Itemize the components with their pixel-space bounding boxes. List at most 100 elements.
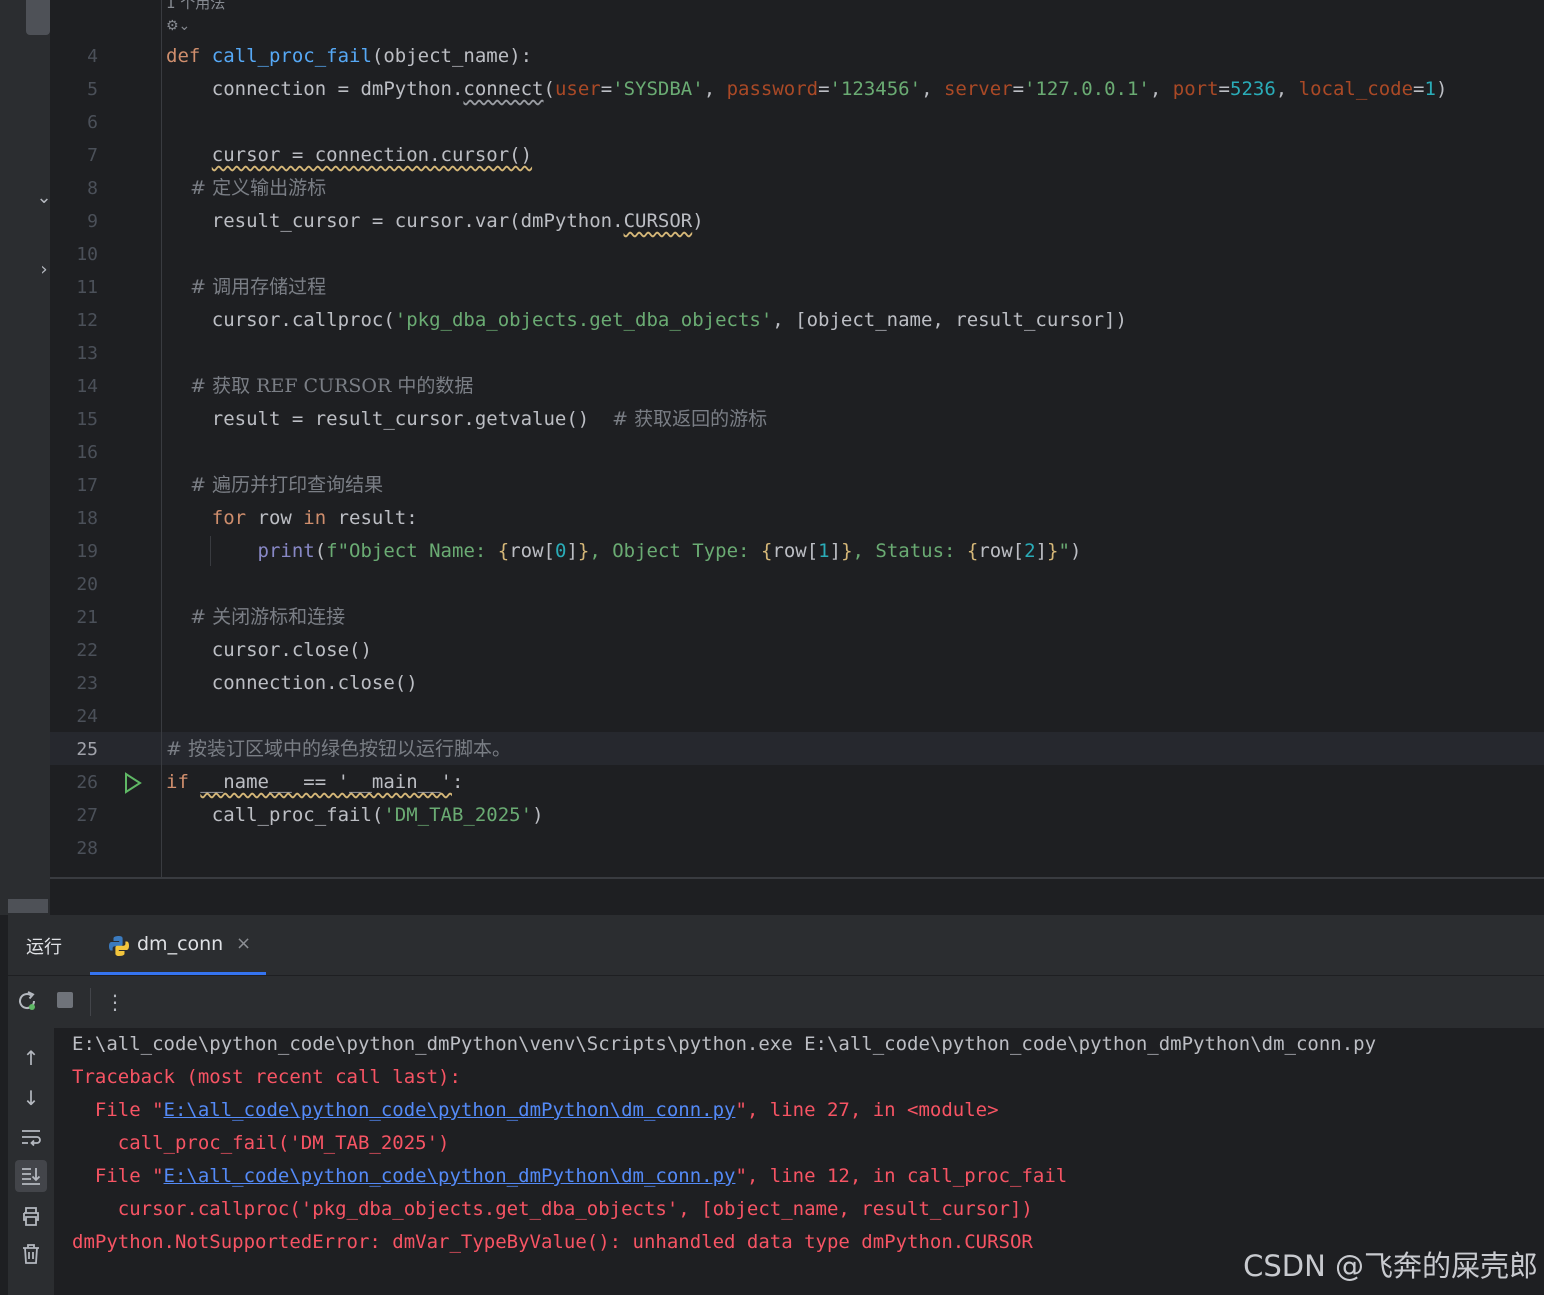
- console-side-toolbar: ↑ ↓: [8, 1028, 54, 1295]
- console-line: Traceback (most recent call last):: [72, 1061, 461, 1094]
- file-link[interactable]: E:\all_code\python_code\python_dmPython\…: [164, 1165, 736, 1187]
- close-icon[interactable]: ×: [236, 933, 251, 954]
- line-number: 6: [87, 112, 98, 133]
- code-line[interactable]: print(f"Object Name: {row[0]}, Object Ty…: [166, 535, 1082, 568]
- code-line[interactable]: cursor.close(): [166, 634, 372, 667]
- code-token: result:: [337, 507, 418, 529]
- watermark: CSDN @飞奔的屎壳郎: [1243, 1249, 1538, 1283]
- run-toolbar: ⋮: [8, 976, 1544, 1028]
- code-token: {: [760, 540, 773, 562]
- line-number: 27: [76, 805, 98, 826]
- line-number: 20: [76, 574, 98, 595]
- console-line: call_proc_fail('DM_TAB_2025'): [72, 1127, 450, 1160]
- code-token: connection.close(): [166, 672, 418, 694]
- more-options-icon[interactable]: ⋮: [102, 989, 128, 1015]
- code-line[interactable]: # 按装订区域中的绿色按钮以运行脚本。: [166, 733, 511, 766]
- code-token: # 按装订区域中的绿色按钮以运行脚本。: [166, 738, 511, 760]
- run-tool-header: 运行 dm_conn ×: [8, 915, 1544, 976]
- code-line[interactable]: # 定义输出游标: [166, 172, 326, 205]
- code-token: call_proc_fail: [211, 45, 372, 67]
- stop-icon[interactable]: [52, 989, 78, 1015]
- code-token: '127.0.0.1': [1024, 78, 1150, 100]
- code-token: ]: [1035, 540, 1048, 562]
- code-token: def: [166, 45, 212, 67]
- code-token: ]: [566, 540, 578, 562]
- console-line: File "E:\all_code\python_code\python_dmP…: [72, 1094, 999, 1127]
- code-editor[interactable]: 4 5 6 7 8 9 10 11 12 13 14 15 16 17 18 19 20 21 22 23 24 25 26…: [50, 0, 1544, 878]
- code-line[interactable]: for row in result:: [166, 502, 418, 535]
- code-line[interactable]: result_cursor = cursor.var(dmPython.CURS…: [166, 205, 704, 238]
- code-line[interactable]: # 遍历并打印查询结果: [166, 469, 383, 502]
- scroll-handle[interactable]: [26, 0, 50, 35]
- line-number: 15: [76, 409, 98, 430]
- tab-label: dm_conn: [137, 933, 224, 955]
- code-line[interactable]: call_proc_fail('DM_TAB_2025'): [166, 799, 544, 832]
- code-token: =: [1012, 78, 1025, 100]
- code-token: if: [166, 771, 201, 793]
- code-token: # 获取返回的游标: [612, 408, 768, 430]
- trash-icon[interactable]: [15, 1238, 47, 1270]
- run-window-title: 运行: [26, 937, 62, 958]
- code-token: 2: [1024, 540, 1036, 562]
- code-token: , Object Type:: [589, 540, 761, 562]
- line-number: 14: [76, 376, 98, 397]
- line-number: 25: [76, 739, 98, 760]
- up-arrow-icon[interactable]: ↑: [15, 1042, 47, 1074]
- code-line[interactable]: cursor.callproc('pkg_dba_objects.get_dba…: [166, 304, 1127, 337]
- rerun-icon[interactable]: [14, 989, 40, 1015]
- code-token: =: [1413, 78, 1425, 100]
- usage-hint[interactable]: 1 个用法: [166, 0, 225, 13]
- code-token: 'DM_TAB_2025': [383, 804, 533, 826]
- line-number: 26: [76, 772, 98, 793]
- code-token: port: [1172, 78, 1219, 100]
- line-number: 16: [76, 442, 98, 463]
- line-number: 23: [76, 673, 98, 694]
- code-token: (: [543, 78, 555, 100]
- scroll-to-end-icon[interactable]: [15, 1160, 47, 1192]
- code-token: :: [452, 771, 464, 793]
- code-line[interactable]: connection.close(): [166, 667, 418, 700]
- code-line[interactable]: if __name__ == '__main__':: [166, 766, 463, 799]
- code-token: =: [818, 78, 830, 100]
- console-text: File ": [72, 1165, 164, 1187]
- code-token: CURSOR: [623, 210, 693, 232]
- code-line[interactable]: def call_proc_fail(object_name):: [166, 40, 532, 73]
- code-token: call_proc_fail(: [166, 804, 384, 826]
- ai-assistant-icon[interactable]: ⚙⌄: [166, 18, 190, 34]
- code-line[interactable]: connection = dmPython.connect(user='SYSD…: [166, 73, 1448, 106]
- code-token: server: [943, 78, 1013, 100]
- code-line[interactable]: # 获取 REF CURSOR 中的数据: [166, 370, 473, 403]
- console-text: E:\all_code\python_code\python_dmPython\…: [72, 1033, 1377, 1055]
- code-token: {: [966, 540, 979, 562]
- code-token: # 定义输出游标: [166, 177, 327, 199]
- console-text: Traceback (most recent call last):: [72, 1066, 461, 1088]
- code-token: }: [577, 540, 590, 562]
- code-token: result = result_cursor.getvalue(): [166, 408, 613, 430]
- console-text: File ": [72, 1099, 164, 1121]
- horizontal-scrollbar[interactable]: [8, 899, 48, 913]
- python-file-icon: [109, 936, 129, 956]
- code-token: row: [257, 507, 304, 529]
- code-line[interactable]: # 调用存储过程: [166, 271, 326, 304]
- tab-dm-conn[interactable]: dm_conn ×: [90, 915, 266, 975]
- code-token: 'SYSDBA': [612, 78, 704, 100]
- code-token: 5236: [1230, 78, 1276, 100]
- soft-wrap-icon[interactable]: [15, 1122, 47, 1154]
- down-arrow-icon[interactable]: ↓: [15, 1082, 47, 1114]
- file-link[interactable]: E:\all_code\python_code\python_dmPython\…: [164, 1099, 736, 1121]
- print-icon[interactable]: [15, 1200, 47, 1232]
- code-token: connection = dmPython.: [166, 78, 464, 100]
- code-token: connect: [463, 78, 544, 100]
- gutter-separator: [161, 0, 162, 878]
- line-number: 7: [87, 145, 98, 166]
- code-line[interactable]: result = result_cursor.getvalue() # 获取返回…: [166, 403, 767, 436]
- line-number: 13: [76, 343, 98, 364]
- code-line[interactable]: # 关闭游标和连接: [166, 601, 345, 634]
- code-token: (: [314, 540, 327, 562]
- code-line[interactable]: cursor = connection.cursor(): [166, 139, 532, 172]
- code-token: (object_name):: [371, 45, 533, 67]
- code-token: '123456': [829, 78, 922, 100]
- fold-gutter: ⌄ ›: [8, 0, 52, 915]
